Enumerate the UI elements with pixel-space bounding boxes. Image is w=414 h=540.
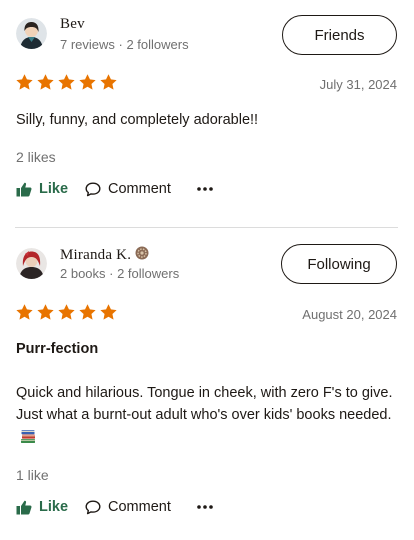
star-rating: [15, 73, 118, 92]
more-options-button[interactable]: [197, 187, 213, 191]
more-dots-icon: [197, 187, 213, 191]
comment-button[interactable]: Comment: [85, 181, 171, 197]
like-button[interactable]: Like: [16, 181, 68, 197]
speech-bubble-icon: [85, 182, 101, 196]
more-options-button[interactable]: [197, 505, 213, 509]
comment-label: Comment: [108, 181, 171, 197]
star-icon: [37, 74, 54, 90]
review-date[interactable]: August 20, 2024: [302, 307, 397, 322]
like-button[interactable]: Like: [16, 499, 68, 515]
review-body: Quick and hilarious. Tongue in cheek, wi…: [16, 382, 398, 451]
review-actions: Like Comment: [16, 496, 213, 518]
friends-button[interactable]: Friends: [282, 15, 397, 55]
comment-label: Comment: [108, 499, 171, 515]
star-icon: [58, 74, 75, 90]
reviewer-name-text: Miranda K.: [60, 247, 132, 263]
star-icon: [100, 74, 117, 90]
like-label: Like: [39, 499, 69, 515]
avatar[interactable]: [16, 248, 47, 279]
star-icon: [100, 304, 117, 320]
comment-button[interactable]: Comment: [85, 499, 171, 515]
review-divider: [15, 227, 398, 228]
star-rating: [15, 303, 118, 322]
more-dots-icon: [197, 505, 213, 509]
avatar[interactable]: [16, 18, 47, 49]
star-icon: [58, 304, 75, 320]
likes-count[interactable]: 2 likes: [16, 149, 56, 165]
star-icon: [16, 304, 33, 320]
star-icon: [16, 74, 33, 90]
thumbs-up-icon: [16, 182, 32, 196]
reviewer-name[interactable]: Miranda K.: [60, 246, 149, 265]
reviewer-name[interactable]: Bev: [60, 16, 85, 33]
author-badge-icon: [135, 246, 149, 265]
review-title: Purr-fection: [16, 341, 99, 357]
review-body: Silly, funny, and completely adorable!!: [16, 112, 259, 128]
review-date[interactable]: July 31, 2024: [320, 77, 397, 92]
speech-bubble-icon: [85, 500, 101, 514]
like-label: Like: [39, 181, 69, 197]
star-icon: [79, 304, 96, 320]
review-actions: Like Comment: [16, 178, 213, 200]
star-icon: [79, 74, 96, 90]
following-button[interactable]: Following: [281, 244, 397, 284]
likes-count[interactable]: 1 like: [16, 467, 49, 483]
reviewer-stats: 7 reviews · 2 followers: [60, 37, 189, 52]
thumbs-up-icon: [16, 500, 32, 514]
books-emoji-icon: [20, 429, 37, 451]
reviewer-stats: 2 books · 2 followers: [60, 266, 180, 281]
review-body-text: Quick and hilarious. Tongue in cheek, wi…: [16, 385, 393, 423]
star-icon: [37, 304, 54, 320]
